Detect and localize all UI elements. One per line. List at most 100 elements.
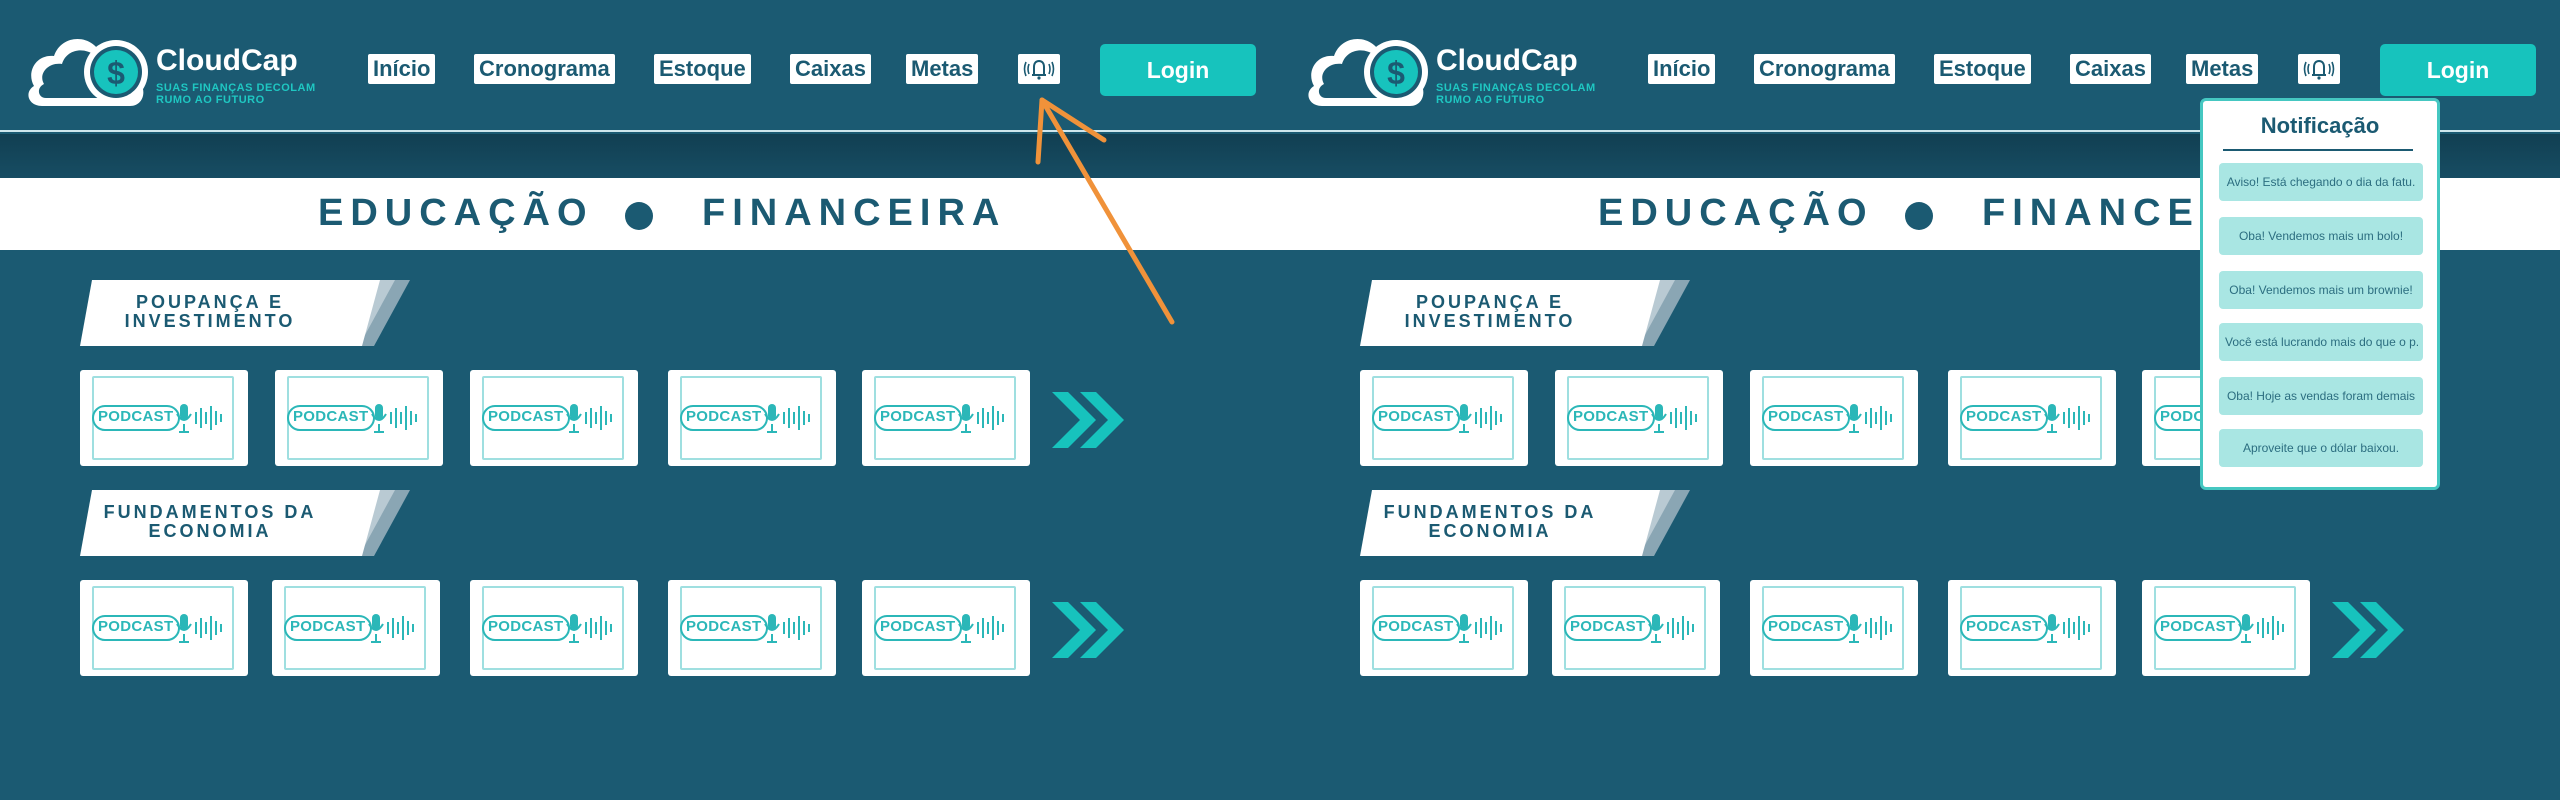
- logo[interactable]: $ CloudCap SUAS FINANÇAS DECOLAM RUMO AO…: [1302, 28, 1602, 114]
- podcast-card[interactable]: PODCAST: [862, 370, 1030, 466]
- podcast-label: PODCAST: [880, 408, 956, 425]
- podcast-label: PODCAST: [98, 618, 174, 635]
- notification-item[interactable]: Aviso! Está chegando o dia da fatu.: [2219, 163, 2423, 201]
- nav-metas[interactable]: Metas: [906, 54, 979, 84]
- podcast-card[interactable]: PODCAST: [1555, 370, 1723, 466]
- podcast-card[interactable]: PODCAST: [1360, 370, 1528, 466]
- microphone-icon: [1456, 404, 1502, 433]
- podcast-label: PODCAST: [488, 408, 564, 425]
- podcast-card[interactable]: PODCAST: [1948, 370, 2116, 466]
- section-title-line-2: INVESTIMENTO: [1404, 311, 1576, 331]
- microphone-icon: [2044, 614, 2090, 643]
- podcast-card[interactable]: PODCAST: [862, 580, 1030, 676]
- microphone-icon: [958, 404, 1004, 433]
- podcast-card[interactable]: PODCAST: [470, 580, 638, 676]
- nav-estoque[interactable]: Estoque: [1934, 54, 2031, 84]
- podcast-card[interactable]: PODCAST: [2142, 580, 2310, 676]
- banner-dot: [625, 202, 653, 230]
- microphone-icon: [371, 404, 417, 433]
- microphone-icon: [764, 614, 810, 643]
- notification-title: Notificação: [2260, 113, 2380, 138]
- section-label-poupanca: POUPANÇA E INVESTIMENTO: [80, 280, 410, 346]
- podcast-label: PODCAST: [1378, 618, 1454, 635]
- microphone-icon: [566, 404, 612, 433]
- section-label-poupanca: POUPANÇA E INVESTIMENTO: [1360, 280, 1690, 346]
- podcast-label: PODCAST: [880, 618, 956, 635]
- microphone-icon: [764, 404, 810, 433]
- screen-before: $ CloudCap SUAS FINANÇAS DECOLAM RUMO AO…: [0, 0, 1280, 800]
- notification-item[interactable]: Oba! Vendemos mais um bolo!: [2219, 217, 2423, 255]
- microphone-icon: [368, 614, 414, 643]
- double-chevron-right-icon[interactable]: [1050, 388, 1126, 452]
- podcast-card[interactable]: PODCAST: [668, 580, 836, 676]
- notification-button[interactable]: [1018, 54, 1060, 84]
- podcast-card[interactable]: PODCAST: [80, 580, 248, 676]
- nav-inicio[interactable]: Início: [368, 54, 436, 84]
- podcast-card[interactable]: PODCAST: [1552, 580, 1720, 676]
- double-chevron-right-icon[interactable]: [1050, 598, 1126, 662]
- tagline-line-1: SUAS FINANÇAS DECOLAM: [156, 82, 316, 94]
- tagline-line-1: SUAS FINANÇAS DECOLAM: [1436, 82, 1596, 94]
- podcast-card[interactable]: PODCAST: [1948, 580, 2116, 676]
- section-label-fundamentos: FUNDAMENTOS DA ECONOMIA: [80, 490, 410, 556]
- microphone-icon: [1651, 404, 1697, 433]
- section-title-line-1: FUNDAMENTOS DA: [103, 502, 317, 522]
- section-title-line-2: ECONOMIA: [148, 521, 272, 541]
- podcast-label: PODCAST: [686, 408, 762, 425]
- svg-text:$: $: [1387, 55, 1405, 91]
- podcast-card[interactable]: PODCAST: [1360, 580, 1528, 676]
- podcast-card[interactable]: PODCAST: [80, 370, 248, 466]
- login-button[interactable]: Login: [1100, 44, 1256, 96]
- podcast-card[interactable]: PODCAST: [470, 370, 638, 466]
- microphone-icon: [958, 614, 1004, 643]
- notification-item[interactable]: Oba! Hoje as vendas foram demais: [2219, 377, 2423, 415]
- microphone-icon: [176, 614, 222, 643]
- section-title-line-2: INVESTIMENTO: [124, 311, 296, 331]
- banner-title-left: EDUCAÇÃO: [318, 192, 594, 234]
- notification-item[interactable]: Aproveite que o dólar baixou.: [2219, 429, 2423, 467]
- notification-item[interactable]: Você está lucrando mais do que o p.: [2219, 323, 2423, 361]
- podcast-card[interactable]: PODCAST: [275, 370, 443, 466]
- section-title-line-2: ECONOMIA: [1428, 521, 1552, 541]
- notification-dropdown: Notificação Aviso! Está chegando o dia d…: [2200, 98, 2440, 490]
- brand-tagline: SUAS FINANÇAS DECOLAM RUMO AO FUTURO: [1436, 82, 1636, 106]
- svg-text:$: $: [107, 55, 125, 91]
- podcast-label: PODCAST: [1570, 618, 1646, 635]
- podcast-label: PODCAST: [290, 618, 366, 635]
- login-button[interactable]: Login: [2380, 44, 2536, 96]
- nav-inicio[interactable]: Início: [1648, 54, 1716, 84]
- nav-cronograma[interactable]: Cronograma: [1754, 54, 1895, 84]
- bell-icon: [1023, 59, 1055, 80]
- microphone-icon: [566, 614, 612, 643]
- podcast-label: PODCAST: [686, 618, 762, 635]
- section-title-line-1: POUPANÇA E: [1415, 292, 1564, 312]
- bell-icon: [2303, 59, 2335, 80]
- cloud-dollar-icon: $: [28, 38, 148, 106]
- podcast-card[interactable]: PODCAST: [1750, 580, 1918, 676]
- microphone-icon: [2238, 614, 2284, 643]
- podcast-label: PODCAST: [488, 618, 564, 635]
- podcast-card[interactable]: PODCAST: [1750, 370, 1918, 466]
- cloud-dollar-icon: $: [1308, 38, 1428, 106]
- nav-caixas[interactable]: Caixas: [2070, 54, 2151, 84]
- nav-caixas[interactable]: Caixas: [790, 54, 871, 84]
- podcast-card[interactable]: PODCAST: [668, 370, 836, 466]
- double-chevron-right-icon[interactable]: [2330, 598, 2406, 662]
- podcast-label: PODCAST: [2160, 618, 2236, 635]
- banner-title-right: FINANCEIRA: [702, 192, 1007, 234]
- podcast-label: PODCAST: [1768, 618, 1844, 635]
- podcast-card[interactable]: PODCAST: [272, 580, 440, 676]
- section-title-line-1: POUPANÇA E: [135, 292, 284, 312]
- nav-metas[interactable]: Metas: [2186, 54, 2259, 84]
- logo[interactable]: $ CloudCap SUAS FINANÇAS DECOLAM RUMO AO…: [22, 28, 322, 114]
- microphone-icon: [1846, 614, 1892, 643]
- banner-title-left: EDUCAÇÃO: [1598, 192, 1874, 234]
- nav-estoque[interactable]: Estoque: [654, 54, 751, 84]
- notification-item[interactable]: Oba! Vendemos mais um brownie!: [2219, 271, 2423, 309]
- podcast-label: PODCAST: [1768, 408, 1844, 425]
- tagline-line-2: RUMO AO FUTURO: [156, 94, 265, 106]
- notification-divider: [2223, 149, 2413, 151]
- notification-button[interactable]: [2298, 54, 2340, 84]
- nav-cronograma[interactable]: Cronograma: [474, 54, 615, 84]
- section-title-line-1: FUNDAMENTOS DA: [1383, 502, 1597, 522]
